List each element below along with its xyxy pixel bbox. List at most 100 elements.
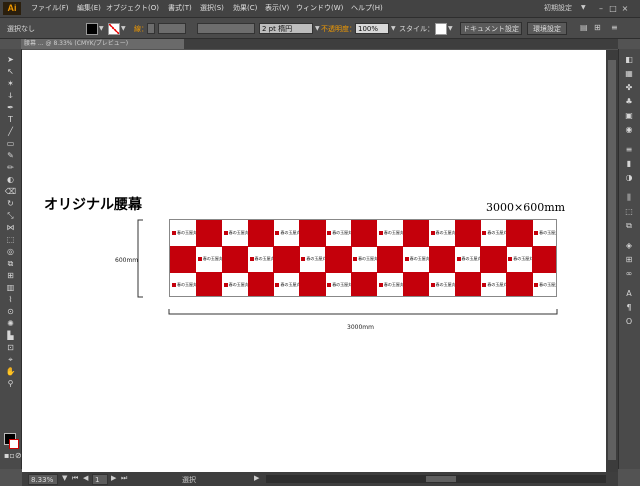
- align-icon[interactable]: ▤: [580, 23, 588, 32]
- type-tool-icon[interactable]: T: [4, 115, 17, 125]
- chevron-down-icon[interactable]: ▼: [62, 474, 67, 482]
- menu-window[interactable]: ウィンドウ(W): [296, 3, 343, 13]
- graphic-styles-icon[interactable]: ▣: [622, 111, 636, 121]
- status-menu-icon[interactable]: ▶: [254, 474, 259, 482]
- next-page-icon[interactable]: ▶: [111, 474, 116, 482]
- scrollbar-thumb[interactable]: [608, 60, 616, 460]
- menu-view[interactable]: 表示(V): [265, 3, 289, 13]
- transform-panel-icon[interactable]: ⬚: [622, 207, 636, 217]
- perspective-grid-icon[interactable]: ⧉: [4, 259, 17, 269]
- variable-width-select[interactable]: [197, 23, 255, 34]
- direct-selection-tool-icon[interactable]: ↖: [4, 67, 17, 77]
- hand-tool-icon[interactable]: ✋: [4, 367, 17, 377]
- minimize-button[interactable]: –: [596, 4, 606, 13]
- stroke-weight-input[interactable]: [158, 23, 186, 34]
- stroke-label[interactable]: 線：: [134, 24, 148, 34]
- scrollbar-thumb[interactable]: [426, 476, 456, 482]
- panel-menu-icon[interactable]: ≡: [611, 23, 618, 32]
- brushes-panel-icon[interactable]: ✤: [622, 83, 636, 93]
- symbol-sprayer-icon[interactable]: ✺: [4, 319, 17, 329]
- gradient-panel-icon[interactable]: ▮: [622, 159, 636, 169]
- layers-panel-icon[interactable]: ◈: [622, 241, 636, 251]
- prev-page-icon[interactable]: ◀: [83, 474, 88, 482]
- shape-builder-icon[interactable]: ◎: [4, 247, 17, 257]
- rectangle-tool-icon[interactable]: ▭: [4, 139, 17, 149]
- first-page-icon[interactable]: ⏮: [72, 474, 78, 483]
- width-tool-icon[interactable]: ⋈: [4, 223, 17, 233]
- preferences-button[interactable]: 環境設定: [527, 22, 567, 35]
- gradient-tool-icon[interactable]: ▥: [4, 283, 17, 293]
- paragraph-panel-icon[interactable]: ¶: [622, 303, 636, 313]
- opacity-input[interactable]: 100%: [355, 23, 389, 34]
- graph-tool-icon[interactable]: ▙: [4, 331, 17, 341]
- panel-dock: ◧ ▦ ✤ ♣ ▣ ◉ ≡ ▮ ◑ ⫼ ⬚ ⧉ ◈ ⊞ ∞ A ¶ O: [618, 49, 640, 469]
- artboard-tool-icon[interactable]: ⊡: [4, 343, 17, 353]
- menu-type[interactable]: 書式(T): [168, 3, 192, 13]
- brush-select[interactable]: 2 pt 楕円: [259, 23, 313, 34]
- links-panel-icon[interactable]: ∞: [622, 269, 636, 279]
- last-page-icon[interactable]: ⏭: [121, 474, 127, 483]
- document-tab[interactable]: 腰幕 ... @ 8.33% (CMYK/プレビュー): [21, 39, 184, 49]
- line-tool-icon[interactable]: ╱: [4, 127, 17, 137]
- horizontal-scrollbar[interactable]: [266, 475, 606, 483]
- menu-effect[interactable]: 効果(C): [233, 3, 257, 13]
- selection-tool-icon[interactable]: ➤: [4, 55, 17, 65]
- scale-tool-icon[interactable]: ⤡: [4, 211, 17, 221]
- opacity-label[interactable]: 不透明度：: [321, 24, 356, 34]
- style-swatch[interactable]: [435, 23, 447, 35]
- page-number-input[interactable]: 1: [92, 474, 108, 485]
- rotate-tool-icon[interactable]: ↻: [4, 199, 17, 209]
- pencil-icon[interactable]: ✏: [4, 163, 17, 173]
- checkered-banner[interactable]: 春の玉屋丸春の玉屋丸春の玉屋丸春の玉屋丸春の玉屋丸春の玉屋丸春の玉屋丸春の玉屋丸…: [169, 219, 557, 297]
- workspace-switcher[interactable]: 初期設定 ▼ – □ ×: [544, 2, 634, 14]
- blend-tool-icon[interactable]: ⊙: [4, 307, 17, 317]
- paintbrush-icon[interactable]: ✎: [4, 151, 17, 161]
- close-button[interactable]: ×: [620, 4, 630, 13]
- chevron-down-icon[interactable]: ▼: [448, 26, 454, 32]
- transparency-icon[interactable]: ◑: [622, 173, 636, 183]
- maximize-button[interactable]: □: [608, 4, 618, 13]
- menu-edit[interactable]: 編集(E): [77, 3, 101, 13]
- artboards-panel-icon[interactable]: ⊞: [622, 255, 636, 265]
- pen-tool-icon[interactable]: ✒: [4, 103, 17, 113]
- banner-white-square: 春の玉屋丸: [429, 220, 456, 247]
- eyedropper-icon[interactable]: ⌇: [4, 295, 17, 305]
- pathfinder-icon[interactable]: ⧉: [622, 221, 636, 231]
- stroke-stepper[interactable]: [147, 23, 155, 34]
- appearance-icon[interactable]: ◉: [622, 125, 636, 135]
- menu-help[interactable]: ヘルプ(H): [351, 3, 383, 13]
- document-setup-button[interactable]: ドキュメント設定: [460, 22, 522, 35]
- mesh-tool-icon[interactable]: ⊞: [4, 271, 17, 281]
- menu-object[interactable]: オブジェクト(O): [106, 3, 159, 13]
- chevron-down-icon[interactable]: ▼: [121, 26, 127, 32]
- symbols-panel-icon[interactable]: ♣: [622, 97, 636, 107]
- lasso-icon[interactable]: ↆ: [4, 91, 17, 101]
- arrange-icon[interactable]: ⊞: [594, 23, 601, 32]
- chevron-down-icon[interactable]: ▼: [99, 26, 105, 32]
- banner-logo: 春の玉屋丸: [378, 230, 404, 236]
- menu-select[interactable]: 選択(S): [200, 3, 224, 13]
- blob-brush-icon[interactable]: ◐: [4, 175, 17, 185]
- zoom-level-input[interactable]: 8.33%: [28, 474, 58, 485]
- character-panel-icon[interactable]: A: [622, 289, 636, 299]
- chevron-down-icon[interactable]: ▼: [391, 26, 397, 32]
- stroke-swatch[interactable]: [108, 23, 120, 35]
- slice-tool-icon[interactable]: ⌖: [4, 355, 17, 365]
- fill-swatch[interactable]: [86, 23, 98, 35]
- align-panel-icon[interactable]: ⫼: [622, 193, 636, 203]
- eraser-icon[interactable]: ⌫: [4, 187, 17, 197]
- color-mode-icon[interactable]: ▪▫⊘: [4, 451, 22, 461]
- swatches-panel-icon[interactable]: ▦: [622, 69, 636, 79]
- logo-mark-icon: [430, 283, 435, 287]
- banner-logo: 春の玉屋丸: [534, 230, 556, 236]
- zoom-tool-icon[interactable]: ⚲: [4, 379, 17, 389]
- menu-file[interactable]: ファイル(F): [31, 3, 69, 13]
- vertical-scrollbar[interactable]: [606, 50, 618, 472]
- color-panel-icon[interactable]: ◧: [622, 55, 636, 65]
- banner-red-square: [428, 246, 456, 273]
- free-transform-icon[interactable]: ⬚: [4, 235, 17, 245]
- stroke-color-icon[interactable]: [9, 439, 19, 449]
- magic-wand-icon[interactable]: ✶: [4, 79, 17, 89]
- opentype-panel-icon[interactable]: O: [622, 317, 636, 327]
- stroke-panel-icon[interactable]: ≡: [622, 145, 636, 155]
